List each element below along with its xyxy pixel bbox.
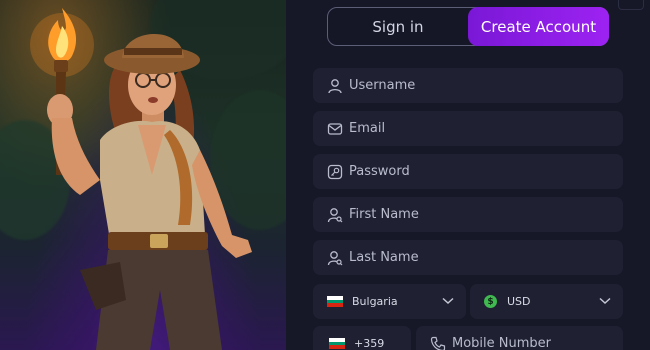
tab-sign-in[interactable]: Sign in <box>328 8 468 45</box>
phone-code-value: +359 <box>354 337 385 350</box>
email-field[interactable] <box>313 111 623 146</box>
hero-illustration <box>0 0 286 350</box>
first-name-input[interactable] <box>349 207 623 222</box>
bulgaria-flag-icon <box>327 296 343 307</box>
close-button[interactable] <box>618 0 644 10</box>
password-input[interactable] <box>349 164 623 179</box>
bulgaria-flag-icon <box>329 338 345 349</box>
email-input[interactable] <box>349 121 623 136</box>
dollar-circle-icon: $ <box>484 295 497 308</box>
user-search-icon <box>325 205 345 225</box>
chevron-down-icon <box>442 295 454 308</box>
chevron-down-icon <box>599 295 611 308</box>
last-name-input[interactable] <box>349 250 623 265</box>
currency-select[interactable]: $ USD <box>470 284 623 319</box>
mobile-number-field[interactable] <box>416 326 623 350</box>
auth-tabs: Sign in Create Account <box>327 7 609 46</box>
user-icon <box>325 76 345 96</box>
phone-code-select[interactable]: +359 <box>313 326 411 350</box>
last-name-field[interactable] <box>313 240 623 275</box>
country-value: Bulgaria <box>352 295 398 308</box>
tab-create-account[interactable]: Create Account <box>468 7 609 46</box>
envelope-icon <box>325 119 345 139</box>
password-field[interactable] <box>313 154 623 189</box>
mobile-number-input[interactable] <box>452 336 623 350</box>
username-input[interactable] <box>349 78 623 93</box>
phone-icon <box>428 334 448 350</box>
explorer-character <box>30 8 252 350</box>
country-select[interactable]: Bulgaria <box>313 284 466 319</box>
key-icon <box>325 162 345 182</box>
currency-value: USD <box>507 295 531 308</box>
user-search-icon <box>325 248 345 268</box>
username-field[interactable] <box>313 68 623 103</box>
first-name-field[interactable] <box>313 197 623 232</box>
